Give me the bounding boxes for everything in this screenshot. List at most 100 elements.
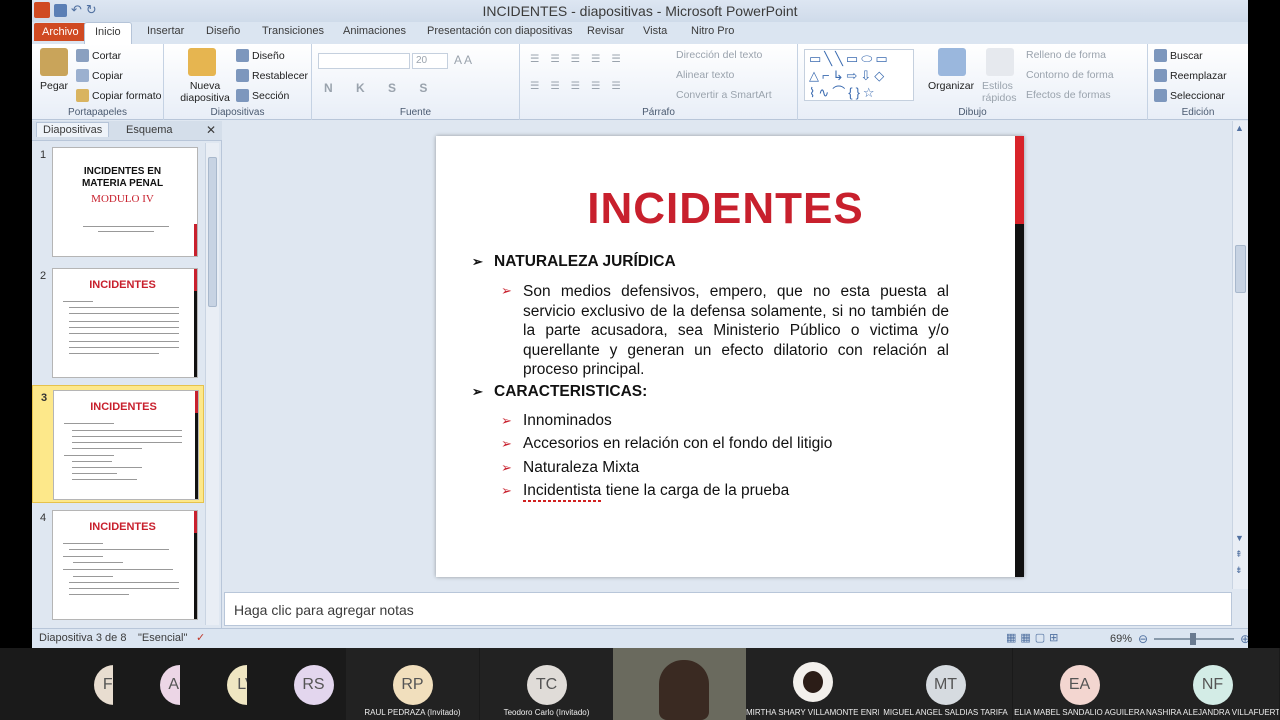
red-accent-bar (1015, 136, 1024, 224)
tab-vista[interactable]: Vista (643, 25, 667, 37)
group-edicion: Buscar Reemplazar Seleccionar Edición (1148, 44, 1248, 120)
subbullet-item[interactable]: ➢ Naturaleza Mixta (501, 459, 639, 477)
avatar: TC (526, 665, 567, 705)
zoom-slider-thumb[interactable] (1190, 633, 1197, 645)
tab-diapositivas[interactable]: Diapositivas (36, 122, 110, 137)
font-format-buttons[interactable]: N K S S (324, 81, 437, 95)
quick-styles-button[interactable]: Estilos rápidos (982, 80, 1022, 104)
format-painter-button[interactable]: Copiar formato (76, 89, 161, 102)
participant-name: MIRTHA SHARY VILLAMONTE ENRI... (746, 708, 879, 717)
tab-presentacion[interactable]: Presentación con diapositivas (427, 25, 573, 37)
video-call-strip: FC AC LV RS RPRAUL PEDRAZA (Invitado) TC… (0, 648, 1280, 720)
replace-button[interactable]: Reemplazar (1154, 69, 1227, 82)
notes-placeholder[interactable]: Haga clic para agregar notas (234, 602, 414, 618)
layout-button[interactable]: Diseño (236, 49, 285, 62)
arrow-bullet-icon: ➢ (501, 483, 512, 498)
tab-revisar[interactable]: Revisar (587, 25, 624, 37)
bullet-naturaleza-juridica[interactable]: ➢ NATURALEZA JURÍDICA (472, 253, 676, 271)
window-title: INCIDENTES - diapositivas - Microsoft Po… (482, 3, 798, 19)
shape-fill-button[interactable]: Relleno de forma (1026, 49, 1106, 61)
cut-button[interactable]: Cortar (76, 49, 121, 62)
participant-tile[interactable]: TC Teodoro Carlo (Invitado) (480, 648, 613, 720)
scroll-up-icon[interactable]: ▲ (1235, 123, 1244, 133)
slide-canvas[interactable]: INCIDENTES ➢ NATURALEZA JURÍDICA ➢ Son med… (436, 136, 1024, 577)
prev-slide-icon[interactable]: ⇞ (1235, 549, 1243, 560)
font-size-select[interactable]: 20 (412, 53, 448, 69)
zoom-slider[interactable] (1154, 633, 1235, 645)
slide-thumbnail-2[interactable]: 2 INCIDENTES (32, 264, 204, 382)
slides-pane-scrollbar[interactable] (205, 143, 219, 625)
thumbnail-image: INCIDENTES EN MATERIA PENAL MODULO IV (52, 147, 198, 257)
quick-styles-icon[interactable] (986, 48, 1014, 76)
organize-button[interactable]: Organizar (928, 80, 974, 92)
new-slide-icon[interactable] (188, 48, 216, 76)
scrollbar-thumb[interactable] (1235, 245, 1246, 293)
shape-effects-button[interactable]: Efectos de formas (1026, 89, 1111, 101)
participant-video (659, 660, 709, 720)
slide-thumbnail-3[interactable]: 3 INCIDENTES (32, 385, 204, 503)
slide-thumbnail-1[interactable]: 1 INCIDENTES EN MATERIA PENAL MODULO IV (32, 143, 204, 261)
participant-name: Teodoro Carlo (Invitado) (503, 708, 590, 717)
next-slide-icon[interactable]: ⇟ (1235, 565, 1243, 576)
tab-transiciones[interactable]: Transiciones (262, 25, 324, 37)
scroll-down-icon[interactable]: ▼ (1235, 533, 1244, 543)
notes-pane[interactable]: Haga clic para agregar notas (224, 592, 1232, 626)
tab-archivo[interactable]: Archivo (34, 23, 87, 41)
shape-outline-button[interactable]: Contorno de forma (1026, 69, 1114, 81)
participant-tile[interactable]: NF NASHIRA ALEJANDRA VILLAFUERT... (1146, 648, 1279, 720)
paste-icon[interactable] (40, 48, 68, 76)
slide-title[interactable]: INCIDENTES (436, 184, 1015, 234)
align-text-button[interactable]: Alinear texto (676, 69, 734, 81)
close-pane-icon[interactable]: ✕ (206, 123, 216, 137)
group-parrafo: ☰ ☰ ☰ ☰ ☰ ☰ ☰ ☰ ☰ ☰ Dirección del texto … (520, 44, 798, 120)
arrow-bullet-icon: ➢ (501, 413, 512, 428)
group-label-fuente: Fuente (399, 107, 432, 118)
group-label-parrafo: Párrafo (642, 107, 675, 118)
view-buttons[interactable]: ▦▦▢⊞ (1006, 631, 1062, 644)
bullet-caracteristicas[interactable]: ➢ CARACTERISTICAS: (472, 383, 647, 401)
group-dibujo: ▭╲╲▭⬭▭ △⌐↳⇨⇩◇ ⌇∿⌒{}☆ Organizar Estilos ráp… (798, 44, 1148, 120)
zoom-out-icon[interactable]: ⊖ (1138, 632, 1148, 646)
paste-button[interactable]: Pegar (40, 80, 68, 92)
select-button[interactable]: Seleccionar (1154, 89, 1225, 102)
subbullet-item[interactable]: ➢ Accesorios en relación con el fondo del… (501, 435, 832, 453)
tab-insertar[interactable]: Insertar (147, 25, 184, 37)
copy-button[interactable]: Copiar (76, 69, 123, 82)
thumbnail-number: 1 (40, 149, 47, 161)
tab-diseno[interactable]: Diseño (206, 25, 240, 37)
tab-nitro-pro[interactable]: Nitro Pro (691, 25, 734, 37)
align-buttons[interactable]: ☰ ☰ ☰ ☰ ☰ (530, 80, 625, 92)
shapes-gallery[interactable]: ▭╲╲▭⬭▭ △⌐↳⇨⇩◇ ⌇∿⌒{}☆ (804, 49, 914, 101)
thumbnail-number: 3 (41, 392, 48, 404)
reset-button[interactable]: Restablecer (236, 69, 308, 82)
tab-esquema[interactable]: Esquema (126, 124, 172, 136)
section-button[interactable]: Sección (236, 89, 289, 102)
smartart-button[interactable]: Convertir a SmartArt (676, 89, 772, 101)
avatar: RS (293, 665, 334, 705)
participant-tile[interactable]: EA ELIA MABEL SANDALIO AGUILERA (1013, 648, 1146, 720)
participant-tile[interactable]: MIRTHA SHARY VILLAMONTE ENRI... (746, 648, 879, 720)
participant-tile[interactable]: MT MIGUEL ANGEL SALDIAS TARIFA (879, 648, 1012, 720)
zoom-level[interactable]: 69% (1110, 633, 1132, 645)
grow-font-icon[interactable]: A A (454, 53, 472, 67)
participant-tile[interactable]: RP RAUL PEDRAZA (Invitado) (346, 648, 479, 720)
new-slide-button[interactable]: Nueva diapositiva (174, 80, 236, 104)
tab-inicio[interactable]: Inicio (84, 22, 132, 44)
font-name-select[interactable] (318, 53, 410, 69)
slide-thumbnail-4[interactable]: 4 INCIDENTES (32, 506, 204, 624)
tab-animaciones[interactable]: Animaciones (343, 25, 406, 37)
find-button[interactable]: Buscar (1154, 49, 1203, 62)
organize-icon[interactable] (938, 48, 966, 76)
subbullet-item[interactable]: ➢ Innominados (501, 412, 612, 430)
zoom-in-icon[interactable]: ⊕ (1240, 632, 1248, 646)
list-buttons[interactable]: ☰ ☰ ☰ ☰ ☰ (530, 53, 625, 65)
text-direction-button[interactable]: Dirección del texto (676, 49, 762, 61)
reset-icon (236, 69, 249, 82)
subbullet-paragraph[interactable]: ➢ Son medios defensivos, empero, que no e… (501, 282, 949, 380)
subbullet-item[interactable]: ➢ Incidentista tiene la carga de la prueb… (501, 482, 789, 500)
spellcheck-icon[interactable]: ✓ (196, 631, 205, 644)
arrow-bullet-icon: ➢ (472, 254, 483, 269)
participant-video-tile[interactable] (613, 648, 746, 720)
slide-scrollbar[interactable]: ▲ ▼ ⇞ ⇟ (1232, 121, 1248, 589)
scrollbar-thumb[interactable] (208, 157, 217, 307)
